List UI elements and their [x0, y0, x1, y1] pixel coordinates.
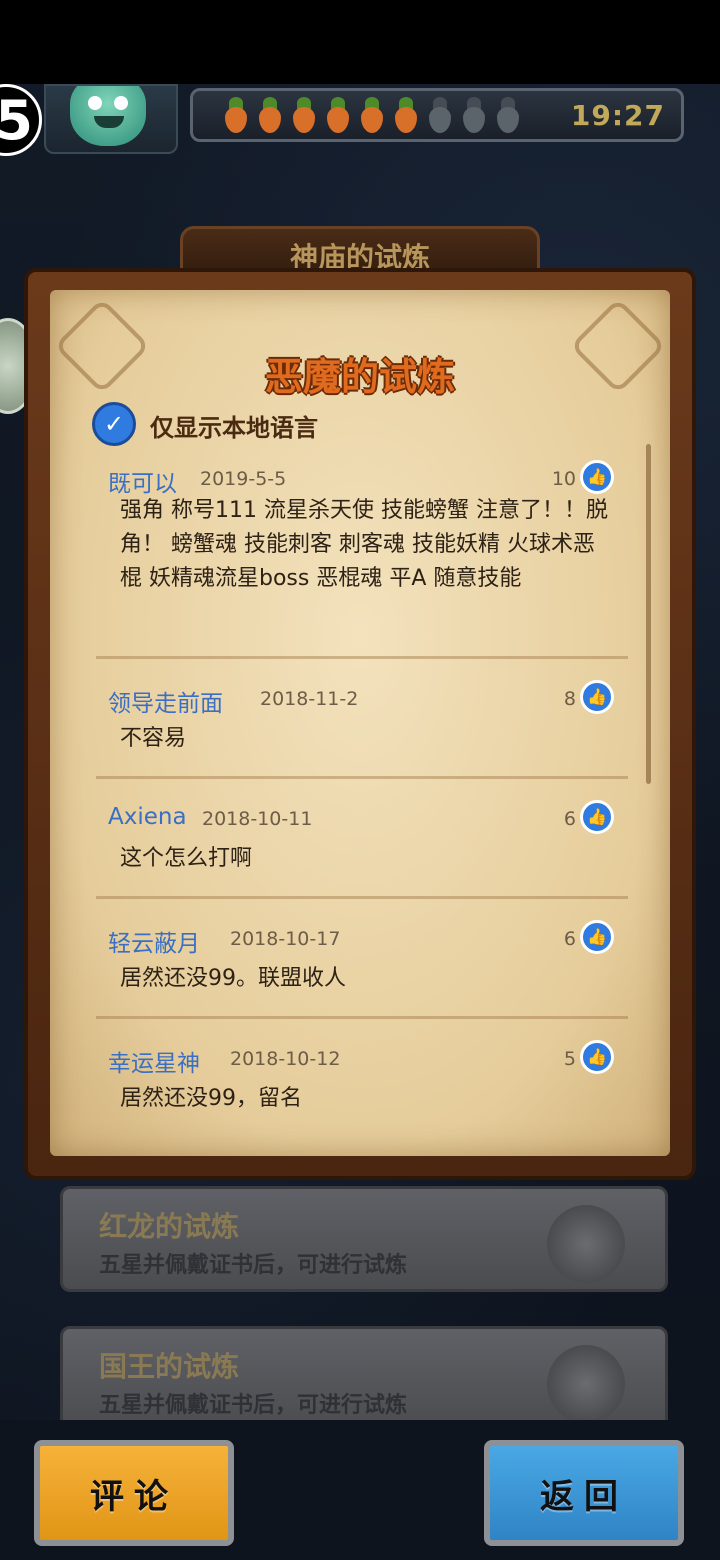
carrot-body — [293, 107, 315, 133]
comment-item: 既可以 2019-5-5 10 👍 强角 称号111 流星杀天使 技能螃蟹 注意… — [86, 440, 630, 640]
comment-username[interactable]: 领导走前面 — [108, 684, 223, 718]
thumbs-up-icon[interactable]: 👍 — [580, 920, 614, 954]
comment-item: 轻云蔽月 2018-10-17 6 👍 居然还没99。联盟收人 — [86, 900, 630, 1010]
thumbs-up-icon[interactable]: 👍 — [580, 800, 614, 834]
comment-username[interactable]: 幸运星神 — [108, 1044, 200, 1078]
king-trial-card[interactable]: 国王的试炼 五星并佩戴证书后，可进行试炼 — [60, 1326, 668, 1432]
panel-title: 恶魔的试炼 — [264, 355, 455, 399]
local-language-label[interactable]: 仅显示本地语言 — [150, 408, 318, 443]
thumbs-up-icon[interactable]: 👍 — [580, 680, 614, 714]
comment-scrollbar[interactable] — [646, 444, 651, 784]
monster-portrait[interactable] — [44, 84, 178, 154]
divider — [96, 656, 628, 659]
carrot-icon — [389, 97, 419, 133]
carrot-icon — [491, 97, 521, 133]
carrot-icon — [321, 97, 351, 133]
comment-text: 居然还没99，留名 — [120, 1086, 302, 1111]
carrot-body — [395, 107, 417, 133]
trial-subtitle: 五星并佩戴证书后，可进行试炼 — [99, 1253, 408, 1278]
carrot-icon — [355, 97, 385, 133]
comment-date: 2018-11-2 — [260, 688, 359, 710]
thumbs-up-icon[interactable]: 👍 — [580, 1040, 614, 1074]
comment-item: 领导走前面 2018-11-2 8 👍 不容易 — [86, 660, 630, 770]
carrot-body — [361, 107, 383, 133]
trial-subtitle: 五星并佩戴证书后，可进行试炼 — [99, 1393, 408, 1418]
trial-title: 红龙的试炼 — [99, 1210, 240, 1243]
monster-mouth — [94, 116, 124, 128]
comment-button[interactable]: 评论 — [34, 1440, 234, 1546]
red-dragon-trial-card[interactable]: 红龙的试炼 五星并佩戴证书后，可进行试炼 — [60, 1186, 668, 1292]
carrot-body — [429, 107, 451, 133]
back-button-label: 返回 — [540, 1476, 628, 1517]
dragon-icon — [547, 1205, 625, 1283]
monster-eye-left — [88, 96, 102, 110]
divider — [96, 776, 628, 779]
carrot-body — [259, 107, 281, 133]
thumbs-up-icon[interactable]: 👍 — [580, 460, 614, 494]
carrot-icon — [219, 97, 249, 133]
comment-text: 强角 称号111 流星杀天使 技能螃蟹 注意了！！脱角！ 螃蟹魂 技能刺客 刺客… — [120, 498, 608, 591]
carrot-body — [327, 107, 349, 133]
like-count: 6 — [563, 808, 576, 830]
comment-username[interactable]: 轻云蔽月 — [108, 924, 200, 958]
status-bar-area — [0, 0, 720, 84]
like-count: 5 — [563, 1048, 576, 1070]
comment-date: 2018-10-12 — [230, 1048, 341, 1070]
like-count: 8 — [563, 688, 576, 710]
comment-item: 幸运星神 2018-10-12 5 👍 居然还没99，留名 — [86, 1020, 630, 1140]
checkmark-icon: ✓ — [103, 410, 125, 438]
carrot-icon — [457, 97, 487, 133]
comment-button-label: 评论 — [90, 1476, 178, 1517]
comment-item: Axiena 2018-10-11 6 👍 这个怎么打啊 — [86, 780, 630, 890]
comment-list[interactable]: 既可以 2019-5-5 10 👍 强角 称号111 流星杀天使 技能螃蟹 注意… — [86, 440, 656, 1144]
divider — [96, 1016, 628, 1019]
trial-title: 国王的试炼 — [99, 1350, 240, 1383]
comment-text: 这个怎么打啊 — [120, 846, 253, 871]
comment-username[interactable]: 既可以 — [108, 464, 177, 498]
comment-username[interactable]: Axiena — [108, 804, 187, 830]
king-icon — [547, 1345, 625, 1423]
comment-date: 2019-5-5 — [200, 468, 287, 490]
carrot-body — [497, 107, 519, 133]
carrot-icon — [287, 97, 317, 133]
back-button[interactable]: 返回 — [484, 1440, 684, 1546]
comment-panel: 恶魔的试炼 ✓ 仅显示本地语言 既可以 2019-5-5 10 👍 强角 称号1… — [50, 290, 670, 1156]
carrot-body — [463, 107, 485, 133]
comment-text: 不容易 — [120, 726, 187, 751]
comment-date: 2018-10-11 — [202, 808, 313, 830]
carrot-icon — [423, 97, 453, 133]
like-count: 6 — [563, 928, 576, 950]
level-number: 5 — [0, 88, 33, 152]
like-count: 10 — [551, 468, 576, 490]
comment-text: 居然还没99。联盟收人 — [120, 966, 346, 991]
comment-date: 2018-10-17 — [230, 928, 341, 950]
monster-face-icon — [70, 86, 146, 146]
carrot-icon — [253, 97, 283, 133]
monster-eye-right — [114, 96, 128, 110]
divider — [96, 896, 628, 899]
carrot-body — [225, 107, 247, 133]
carrot-health-bar: 19:27 — [190, 88, 684, 142]
timer: 19:27 — [570, 99, 665, 132]
